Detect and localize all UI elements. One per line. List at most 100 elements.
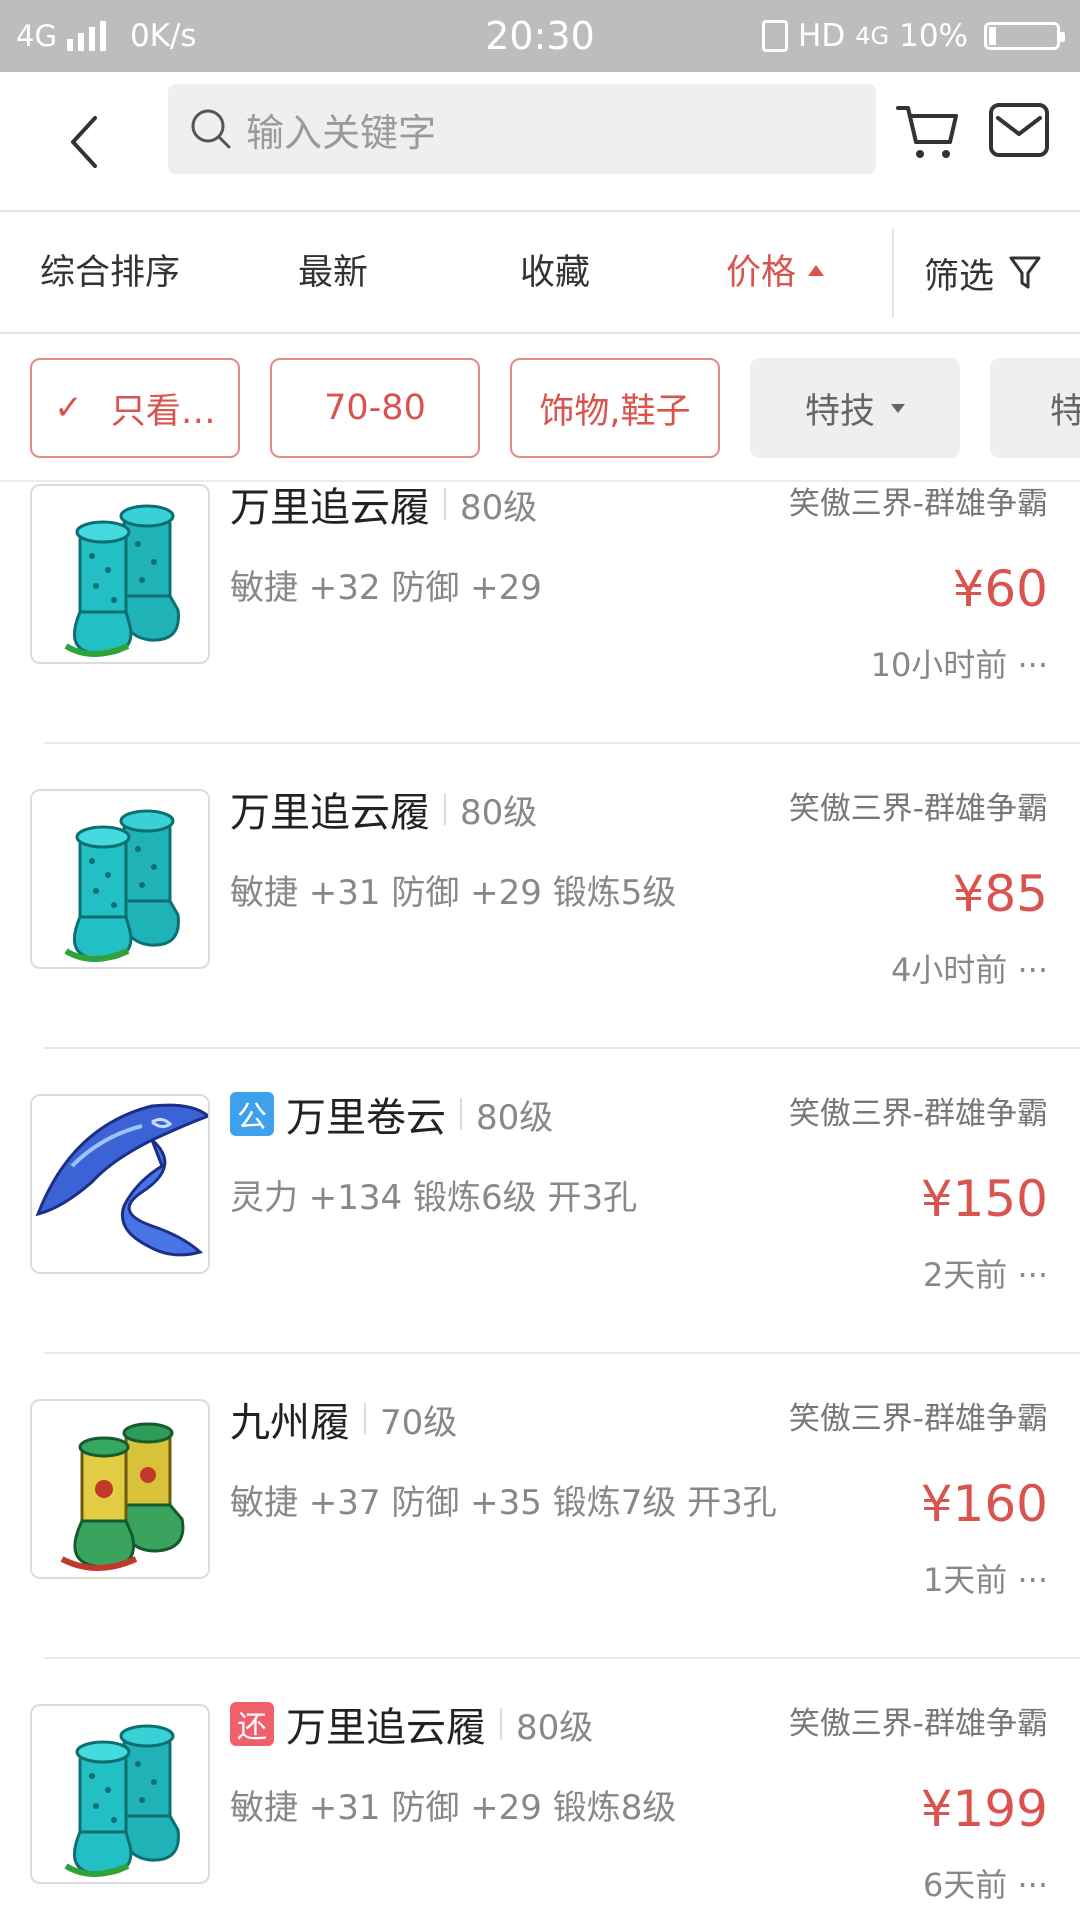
divider xyxy=(460,1098,462,1130)
item-level: 80级 xyxy=(476,1097,554,1138)
divider xyxy=(444,488,446,520)
item-server: 笑傲三界-群雄争霸 xyxy=(788,486,1048,522)
item-attributes: 灵力 +134 锻炼6级 开3孔 xyxy=(230,1178,638,1218)
divider xyxy=(44,1352,1080,1354)
item-list: 万里追云履 80级 笑傲三界-群雄争霸 敏捷 +32 防御 +29 ¥60 10… xyxy=(0,482,1080,1920)
divider xyxy=(892,228,894,318)
item-title-line: 公 万里卷云 80级 xyxy=(230,1086,553,1142)
chip-label: 特 xyxy=(1050,383,1080,434)
divider xyxy=(44,1047,1080,1049)
chip-level-range[interactable]: 70-80 xyxy=(270,358,480,458)
item-name: 万里卷云 xyxy=(286,1095,446,1141)
item-price: ¥160 xyxy=(920,1475,1048,1533)
filter-button[interactable]: 筛选 xyxy=(924,212,1042,334)
item-server: 笑傲三界-群雄争霸 xyxy=(788,791,1048,827)
item-level: 80级 xyxy=(460,792,538,833)
item-time: 1天前 ··· xyxy=(922,1561,1048,1599)
search-placeholder: 输入关键字 xyxy=(246,110,437,155)
item-name: 万里追云履 xyxy=(286,1705,486,1751)
item-title-line: 九州履 70级 xyxy=(230,1391,457,1447)
chip-special-skill[interactable]: 特技 xyxy=(750,358,960,458)
sort-newest[interactable]: 最新 xyxy=(298,212,368,334)
search-icon xyxy=(191,109,231,149)
item-name: 万里追云履 xyxy=(230,485,430,531)
filter-chip-row: ✓ 只看… 70-80 饰物,鞋子 特技 特 xyxy=(0,334,1080,482)
search-input[interactable]: 输入关键字 xyxy=(168,84,876,174)
item-price: ¥150 xyxy=(920,1170,1048,1228)
teal-boots-icon xyxy=(64,809,180,962)
chip-label: 70-80 xyxy=(324,388,426,428)
item-title-line: 还 万里追云履 80级 xyxy=(230,1696,593,1752)
divider xyxy=(44,742,1080,744)
header: 输入关键字 xyxy=(0,72,1080,212)
item-attributes: 敏捷 +31 防御 +29 锻炼8级 xyxy=(230,1788,677,1828)
item-price: ¥85 xyxy=(952,865,1048,923)
cart-icon xyxy=(896,106,958,158)
item-image xyxy=(30,1399,210,1579)
list-item[interactable]: 公 万里卷云 80级 笑傲三界-群雄争霸 灵力 +134 锻炼6级 开3孔 ¥1… xyxy=(0,1086,1080,1391)
item-image xyxy=(30,1704,210,1884)
list-item[interactable]: 还 万里追云履 80级 笑傲三界-群雄争霸 敏捷 +31 防御 +29 锻炼8级… xyxy=(0,1696,1080,1920)
item-server: 笑傲三界-群雄争霸 xyxy=(788,1401,1048,1437)
teal-boots-icon xyxy=(64,504,180,657)
sort-comprehensive[interactable]: 综合排序 xyxy=(40,212,180,334)
list-item[interactable]: 九州履 70级 笑傲三界-群雄争霸 敏捷 +37 防御 +35 锻炼7级 开3孔… xyxy=(0,1391,1080,1696)
item-title-line: 万里追云履 80级 xyxy=(230,482,537,532)
item-server: 笑傲三界-群雄争霸 xyxy=(788,1096,1048,1132)
item-level: 70级 xyxy=(380,1402,458,1443)
sort-price-label: 价格 xyxy=(726,253,797,293)
item-attributes: 敏捷 +32 防御 +29 xyxy=(230,568,542,608)
list-item[interactable]: 万里追云履 80级 笑傲三界-群雄争霸 敏捷 +31 防御 +29 锻炼5级 ¥… xyxy=(0,781,1080,1086)
hd-indicator: HD xyxy=(798,18,846,54)
item-attributes: 敏捷 +31 防御 +29 锻炼5级 xyxy=(230,873,677,913)
public-badge: 公 xyxy=(230,1092,274,1136)
item-name: 九州履 xyxy=(230,1400,350,1446)
chip-label: 只看… xyxy=(110,391,216,432)
message-button[interactable] xyxy=(988,102,1050,158)
chip-label: 饰物,鞋子 xyxy=(539,391,691,432)
caret-down-icon xyxy=(891,403,905,413)
divider xyxy=(44,1657,1080,1659)
item-level: 80级 xyxy=(460,487,538,528)
sort-asc-icon xyxy=(808,264,825,276)
item-name: 万里追云履 xyxy=(230,790,430,836)
item-level: 80级 xyxy=(516,1707,594,1748)
teal-boots-icon xyxy=(64,1724,180,1877)
item-image xyxy=(30,1094,210,1274)
list-item[interactable]: 万里追云履 80级 笑傲三界-群雄争霸 敏捷 +32 防御 +29 ¥60 10… xyxy=(0,482,1080,781)
check-icon: ✓ xyxy=(54,388,83,428)
item-time: 4小时前 ··· xyxy=(890,951,1048,989)
divider xyxy=(500,1708,502,1740)
chip-label: 特技 xyxy=(804,391,875,432)
divider xyxy=(364,1403,366,1435)
chip-only-view[interactable]: ✓ 只看… xyxy=(30,358,240,458)
status-bar: 4G 0K/s 20:30 HD 4G 10% xyxy=(0,0,1080,72)
item-time: 6天前 ··· xyxy=(922,1866,1048,1904)
item-price: ¥199 xyxy=(920,1780,1048,1838)
item-time: 10小时前 ··· xyxy=(870,646,1048,684)
item-image xyxy=(30,789,210,969)
cart-button[interactable] xyxy=(896,102,960,162)
chip-category[interactable]: 饰物,鞋子 xyxy=(510,358,720,458)
item-server: 笑傲三界-群雄争霸 xyxy=(788,1706,1048,1742)
jiuzhou-boots-icon xyxy=(60,1422,185,1571)
blue-ribbon-icon xyxy=(35,1103,208,1257)
battery-percent: 10% xyxy=(899,18,968,54)
battery-icon xyxy=(984,22,1065,50)
item-attributes: 敏捷 +37 防御 +35 锻炼7级 开3孔 xyxy=(230,1483,777,1523)
filter-label: 筛选 xyxy=(924,256,995,297)
vibrate-icon xyxy=(762,20,789,52)
network-type-right: 4G xyxy=(855,22,890,50)
bargain-badge: 还 xyxy=(230,1702,274,1746)
item-title-line: 万里追云履 80级 xyxy=(230,781,537,837)
back-button[interactable] xyxy=(56,104,112,180)
divider xyxy=(444,793,446,825)
back-icon xyxy=(71,116,97,168)
mail-icon xyxy=(989,103,1049,157)
sort-favorites[interactable]: 收藏 xyxy=(520,212,590,334)
item-time: 2天前 ··· xyxy=(922,1256,1048,1294)
item-image xyxy=(30,484,210,664)
sort-price[interactable]: 价格 xyxy=(726,212,825,334)
chip-special-effect[interactable]: 特 xyxy=(990,358,1080,458)
sort-bar: 综合排序 最新 收藏 价格 筛选 xyxy=(0,212,1080,334)
